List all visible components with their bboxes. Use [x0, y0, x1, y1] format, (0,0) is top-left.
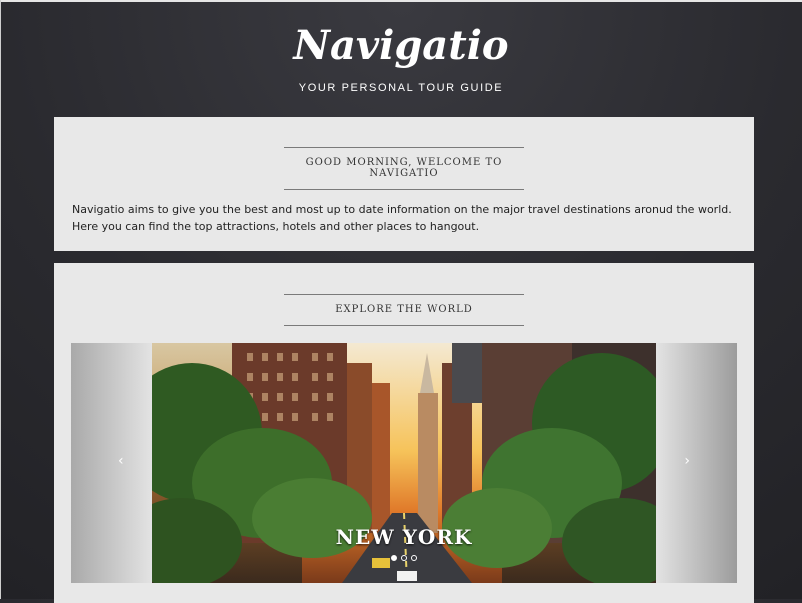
welcome-panel: GOOD MORNING, WELCOME TO NAVIGATIO Navig… [54, 117, 754, 251]
site-logo[interactable]: Navigatio [0, 20, 802, 72]
carousel-indicators [152, 555, 656, 561]
carousel-dot-2[interactable] [401, 555, 407, 561]
top-border [0, 0, 802, 2]
explore-panel: EXPLORE THE WORLD ‹ NEW YORK › [54, 263, 754, 603]
carousel-dot-3[interactable] [411, 555, 417, 561]
carousel-next-area[interactable]: › [656, 343, 737, 583]
carousel-dot-1[interactable] [391, 555, 397, 561]
carousel-slide[interactable]: NEW YORK [152, 343, 656, 583]
chevron-left-icon[interactable]: ‹ [118, 453, 124, 469]
destination-carousel: ‹ NEW YORK › [71, 343, 737, 583]
chevron-right-icon[interactable]: › [684, 453, 690, 469]
site-header: Navigatio YOUR PERSONAL TOUR GUIDE [0, 20, 802, 94]
explore-title: EXPLORE THE WORLD [284, 294, 524, 326]
site-tagline: YOUR PERSONAL TOUR GUIDE [298, 82, 504, 94]
welcome-title: GOOD MORNING, WELCOME TO NAVIGATIO [284, 147, 524, 190]
carousel-prev-area[interactable]: ‹ [71, 343, 152, 583]
slide-caption: NEW YORK [335, 525, 473, 549]
welcome-text: Navigatio aims to give you the best and … [72, 203, 732, 233]
